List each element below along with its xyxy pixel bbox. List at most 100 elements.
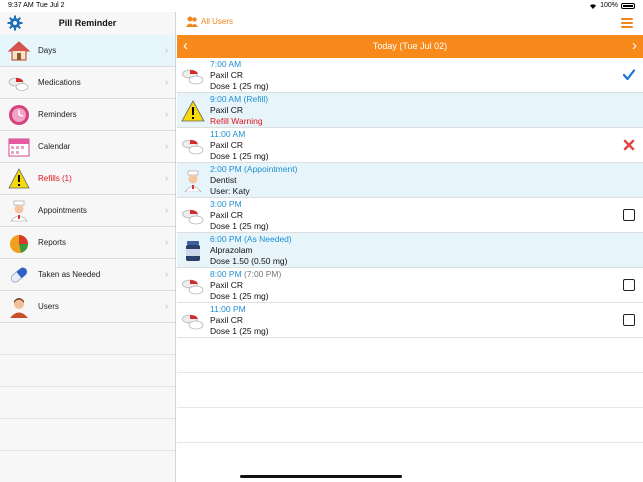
- sidebar-item-refills[interactable]: Refills (1) ›: [0, 163, 175, 195]
- checkbox[interactable]: [623, 209, 635, 221]
- capsule-icon: [10, 267, 28, 283]
- sidebar-item-taken-as-needed[interactable]: Taken as Needed ›: [0, 259, 175, 291]
- wifi-icon: [590, 3, 597, 9]
- event-time: 7:00 AM: [210, 59, 242, 69]
- sidebar-list: Days › Medications › Reminders › Calenda…: [0, 35, 175, 451]
- event-name: Paxil CR: [210, 210, 244, 220]
- event-detail: User: Katy: [210, 186, 250, 196]
- sidebar-item-reminders[interactable]: Reminders ›: [0, 99, 175, 131]
- event-detail: Dose 1.50 (0.50 mg): [210, 256, 288, 266]
- event-row[interactable]: 11:00 AM Paxil CR Dose 1 (25 mg): [177, 128, 643, 163]
- event-time: 3:00 PM: [210, 199, 242, 209]
- status-date: Tue Jul 2: [36, 2, 65, 9]
- calendar-icon: [8, 138, 30, 157]
- event-name: Dentist: [210, 175, 237, 185]
- cross-icon[interactable]: [623, 139, 635, 151]
- pills-icon: [182, 139, 204, 155]
- empty-row: [0, 323, 175, 355]
- event-name: Paxil CR: [210, 315, 244, 325]
- empty-row: [177, 408, 643, 443]
- event-time: 8:00 PM: [210, 269, 242, 279]
- sidebar-item-label: Users: [38, 302, 59, 311]
- event-detail: Dose 1 (25 mg): [210, 221, 269, 231]
- sidebar-item-users[interactable]: Users ›: [0, 291, 175, 323]
- sidebar-item-medications[interactable]: Medications ›: [0, 67, 175, 99]
- sidebar-item-calendar[interactable]: Calendar ›: [0, 131, 175, 163]
- empty-row: [0, 387, 175, 419]
- chevron-right-icon: ›: [165, 109, 168, 119]
- event-name: Alprazolam: [210, 245, 253, 255]
- home-indicator[interactable]: [240, 475, 402, 478]
- pills-icon: [182, 279, 204, 295]
- next-day-chevron-icon[interactable]: ›: [632, 37, 637, 55]
- user-icon: [10, 298, 28, 318]
- pills-icon: [182, 209, 204, 225]
- event-name: Paxil CR: [210, 280, 244, 290]
- chevron-right-icon: ›: [165, 301, 168, 311]
- bottle-icon: [186, 241, 200, 261]
- sidebar-item-reports[interactable]: Reports ›: [0, 227, 175, 259]
- empty-row: [0, 355, 175, 387]
- chevron-right-icon: ›: [165, 237, 168, 247]
- sidebar: Pill Reminder Days › Medications › Remin…: [0, 12, 176, 482]
- users-icon: [186, 16, 198, 27]
- status-time: 9:37 AM: [8, 2, 34, 9]
- chevron-right-icon: ›: [165, 77, 168, 87]
- event-time: 2:00 PM (Appointment): [210, 164, 298, 174]
- sidebar-item-label: Reports: [38, 238, 67, 247]
- event-time: 11:00 AM: [210, 129, 246, 139]
- sidebar-header: Pill Reminder: [0, 12, 175, 35]
- clock-icon: [9, 105, 29, 125]
- main-pane: All Users ‹ Today (Tue Jul 02) › 7:00 AM…: [177, 12, 643, 482]
- sidebar-item-label: Taken as Needed: [38, 270, 101, 279]
- checkmark-icon[interactable]: [623, 69, 635, 81]
- sidebar-item-days[interactable]: Days ›: [0, 35, 175, 67]
- battery-icon: [621, 2, 635, 9]
- event-time: 11:00 PM: [210, 304, 246, 314]
- pills-icon: [182, 69, 204, 85]
- event-row[interactable]: 11:00 PM Paxil CR Dose 1 (25 mg): [177, 303, 643, 338]
- event-detail: Dose 1 (25 mg): [210, 291, 269, 301]
- checkbox[interactable]: [623, 279, 635, 291]
- status-bar: 9:37 AM Tue Jul 2 100%: [0, 0, 643, 12]
- sidebar-item-label: Medications: [38, 78, 81, 87]
- all-users-button[interactable]: All Users: [186, 16, 233, 27]
- nurse-icon: [10, 200, 28, 222]
- sidebar-item-label: Appointments: [38, 206, 87, 215]
- event-list: 7:00 AM Paxil CR Dose 1 (25 mg) 9:00 AM …: [177, 58, 643, 443]
- chevron-right-icon: ›: [165, 269, 168, 279]
- event-detail: Dose 1 (25 mg): [210, 151, 269, 161]
- event-detail: Dose 1 (25 mg): [210, 81, 269, 91]
- chevron-right-icon: ›: [165, 205, 168, 215]
- chevron-right-icon: ›: [165, 141, 168, 151]
- empty-row: [0, 419, 175, 451]
- event-row[interactable]: 2:00 PM (Appointment) Dentist User: Katy: [177, 163, 643, 198]
- event-time: 9:00 AM (Refill): [210, 94, 269, 104]
- event-name: Paxil CR: [210, 140, 244, 150]
- event-name: Paxil CR: [210, 105, 244, 115]
- sidebar-item-label: Calendar: [38, 142, 71, 151]
- event-row[interactable]: 3:00 PM Paxil CR Dose 1 (25 mg): [177, 198, 643, 233]
- event-row[interactable]: 7:00 AM Paxil CR Dose 1 (25 mg): [177, 58, 643, 93]
- day-navigation-bar: ‹ Today (Tue Jul 02) ›: [177, 35, 643, 58]
- day-label: Today (Tue Jul 02): [372, 41, 448, 51]
- sidebar-item-label: Days: [38, 46, 57, 55]
- event-row[interactable]: 9:00 AM (Refill) Paxil CR Refill Warning: [177, 93, 643, 128]
- warning-icon: [181, 100, 205, 122]
- event-detail: Dose 1 (25 mg): [210, 326, 269, 336]
- house-icon: [8, 41, 30, 61]
- pills-icon: [8, 77, 29, 91]
- event-time: 6:00 PM (As Needed): [210, 234, 292, 244]
- chevron-right-icon: ›: [165, 173, 168, 183]
- nurse-icon: [184, 170, 202, 192]
- chevron-right-icon: ›: [165, 45, 168, 55]
- sidebar-item-label: Refills (1): [38, 174, 72, 183]
- app-title: Pill Reminder: [58, 18, 117, 28]
- menu-icon[interactable]: [621, 18, 633, 28]
- pills-icon: [182, 314, 204, 330]
- checkbox[interactable]: [623, 314, 635, 326]
- warning-icon: [8, 168, 30, 189]
- event-row[interactable]: 8:00 PM (7:00 PM) Paxil CR Dose 1 (25 mg…: [177, 268, 643, 303]
- event-row[interactable]: 6:00 PM (As Needed) Alprazolam Dose 1.50…: [177, 233, 643, 268]
- sidebar-item-appointments[interactable]: Appointments ›: [0, 195, 175, 227]
